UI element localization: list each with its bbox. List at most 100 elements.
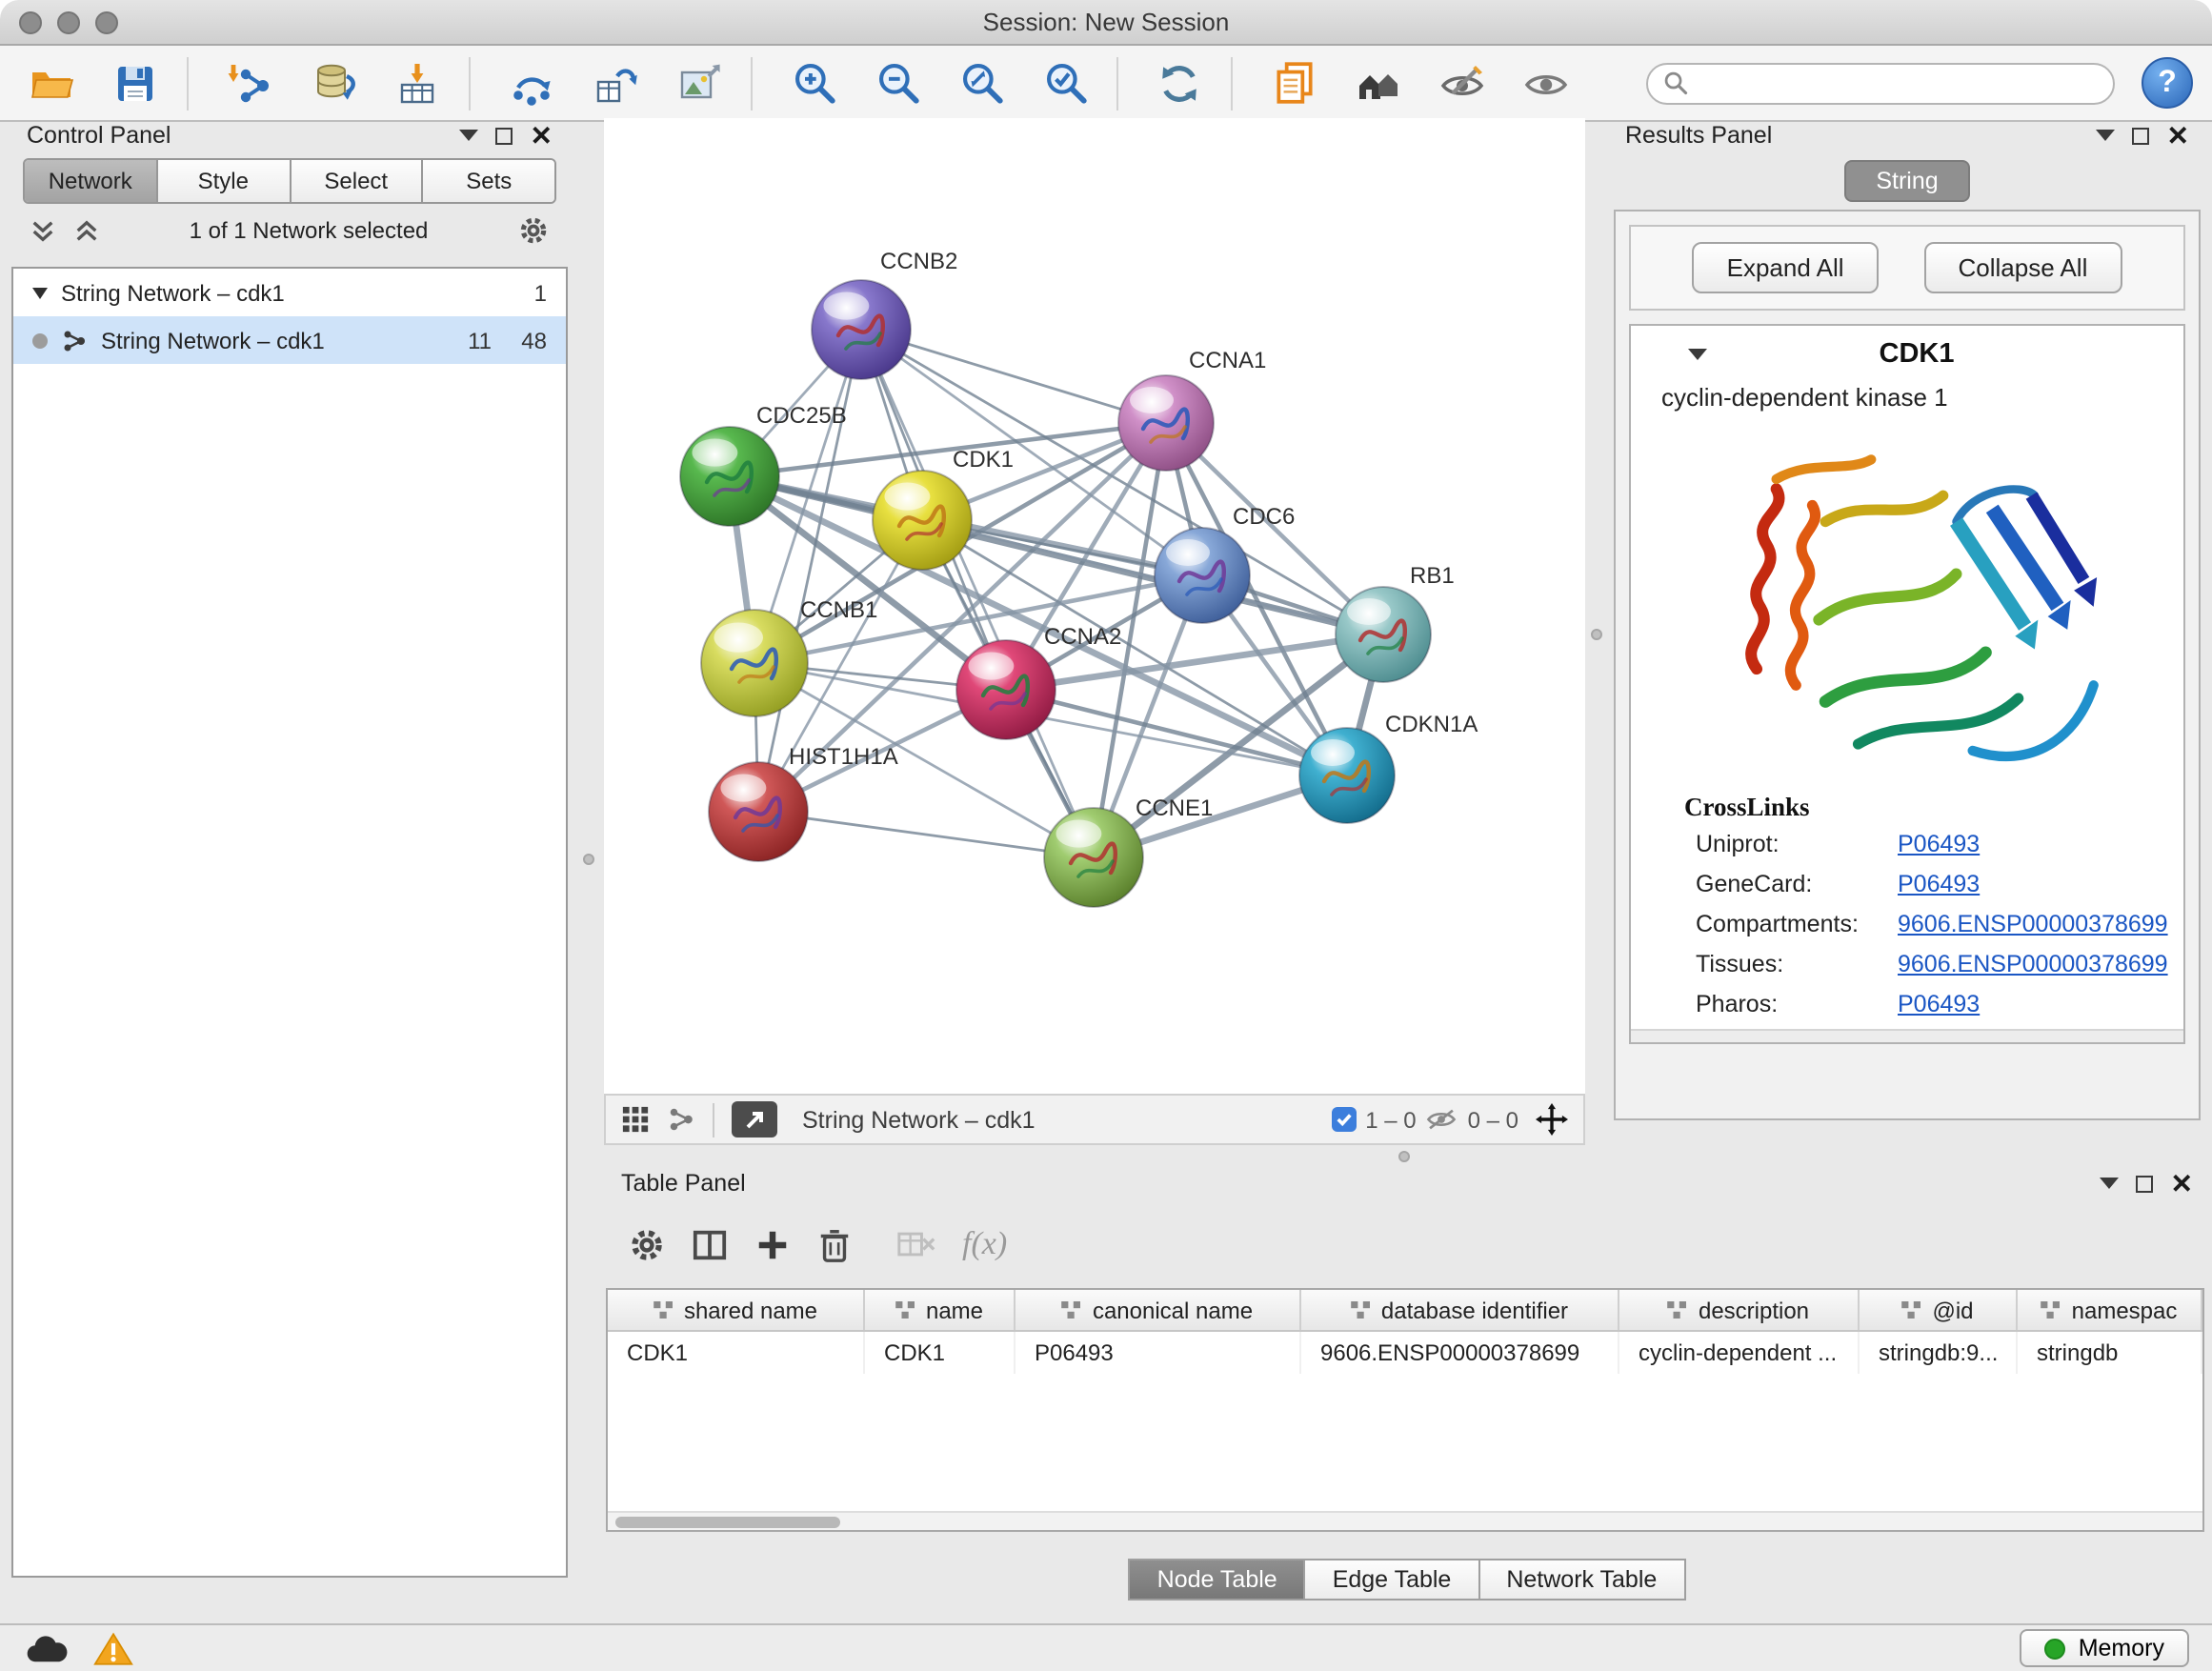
panel-close-icon[interactable]: ✕ xyxy=(531,126,553,145)
import-table-button[interactable] xyxy=(385,52,450,113)
panel-close-icon[interactable]: ✕ xyxy=(2171,1174,2193,1193)
export-image-button[interactable] xyxy=(667,52,732,113)
table-settings-button[interactable] xyxy=(629,1226,665,1262)
crosslink-pharos[interactable]: P06493 xyxy=(1898,991,2183,1017)
results-tab-string[interactable]: String xyxy=(1843,160,1970,202)
tab-sets[interactable]: Sets xyxy=(424,160,555,202)
help-button[interactable]: ? xyxy=(2142,57,2193,109)
clone-network-button[interactable] xyxy=(583,52,648,113)
zoom-in-button[interactable] xyxy=(781,52,846,113)
search-input[interactable] xyxy=(1699,70,2098,96)
function-builder-button[interactable]: f(x) xyxy=(962,1225,1007,1263)
scrollbar-thumb[interactable] xyxy=(615,1517,840,1528)
collapse-all-networks-icon[interactable] xyxy=(74,218,99,243)
home-button[interactable] xyxy=(1345,52,1410,113)
expand-all-networks-icon[interactable] xyxy=(30,218,55,243)
network-node-RB1[interactable] xyxy=(1336,587,1431,682)
splitter-handle[interactable] xyxy=(1591,629,1602,640)
panel-close-icon[interactable]: ✕ xyxy=(2167,126,2189,145)
birdseye-view-button[interactable] xyxy=(732,1101,777,1137)
network-view-icon[interactable] xyxy=(667,1105,695,1134)
show-graphics-details-button[interactable] xyxy=(1513,52,1578,113)
column-header-id[interactable]: @id xyxy=(1860,1290,2018,1330)
network-node-CCNE1[interactable] xyxy=(1044,808,1143,907)
warnings-button[interactable] xyxy=(93,1630,133,1666)
tree-row-network[interactable]: String Network – cdk1 11 48 xyxy=(13,316,566,364)
crosslink-genecard[interactable]: P06493 xyxy=(1898,871,2183,897)
add-column-button[interactable] xyxy=(754,1226,791,1262)
network-edge-CCNB2-HIST1H1A[interactable] xyxy=(758,330,861,812)
panel-float-icon[interactable] xyxy=(2133,127,2150,144)
column-header-database-identifier[interactable]: database identifier xyxy=(1301,1290,1619,1330)
memory-button[interactable]: Memory xyxy=(2020,1629,2189,1667)
cell-id[interactable]: stringdb:9... xyxy=(1860,1332,2018,1374)
zoom-window-button[interactable] xyxy=(95,11,118,34)
network-node-CDK1[interactable] xyxy=(873,471,972,570)
show-columns-button[interactable] xyxy=(692,1226,728,1262)
tab-edge-table[interactable]: Edge Table xyxy=(1306,1559,1480,1601)
import-network-database-button[interactable] xyxy=(301,52,366,113)
network-edge-HIST1H1A-CCNE1[interactable] xyxy=(758,812,1094,857)
gear-icon[interactable] xyxy=(518,215,549,246)
network-node-CDC6[interactable] xyxy=(1155,528,1250,623)
column-header-canonical-name[interactable]: canonical name xyxy=(1016,1290,1301,1330)
zoom-out-button[interactable] xyxy=(865,52,930,113)
column-header-shared-name[interactable]: shared name xyxy=(608,1290,865,1330)
panel-collapse-icon[interactable] xyxy=(460,130,479,141)
network-node-CCNA1[interactable] xyxy=(1118,375,1214,471)
zoom-fit-button[interactable] xyxy=(949,52,1014,113)
cell-name[interactable]: CDK1 xyxy=(865,1332,1016,1374)
cell-database-identifier[interactable]: 9606.ENSP00000378699 xyxy=(1301,1332,1619,1374)
network-node-CDKN1A[interactable] xyxy=(1299,728,1395,823)
crosslink-compartments[interactable]: 9606.ENSP00000378699 xyxy=(1898,911,2183,937)
network-node-CCNB2[interactable] xyxy=(812,280,911,379)
column-header-name[interactable]: name xyxy=(865,1290,1016,1330)
selected-nodes-checkbox-icon[interactable] xyxy=(1331,1107,1356,1132)
save-session-button[interactable] xyxy=(103,52,168,113)
collapse-all-button[interactable]: Collapse All xyxy=(1924,242,2122,293)
network-node-CCNA2[interactable] xyxy=(956,640,1056,739)
close-window-button[interactable] xyxy=(19,11,42,34)
crosslink-uniprot[interactable]: P06493 xyxy=(1898,831,2183,857)
tree-row-collection[interactable]: String Network – cdk1 1 xyxy=(13,269,566,316)
section-disclosure-icon[interactable] xyxy=(1688,349,1707,360)
panel-collapse-icon[interactable] xyxy=(2101,1178,2120,1189)
tab-network[interactable]: Network xyxy=(25,160,158,202)
hidden-eye-icon[interactable] xyxy=(1426,1107,1458,1132)
clear-table-button[interactable] xyxy=(897,1229,935,1259)
tab-node-table[interactable]: Node Table xyxy=(1129,1559,1306,1601)
crosslink-tissues[interactable]: 9606.ENSP00000378699 xyxy=(1898,951,2183,977)
panel-float-icon[interactable] xyxy=(496,127,513,144)
cell-canonical-name[interactable]: P06493 xyxy=(1016,1332,1301,1374)
column-header-description[interactable]: description xyxy=(1619,1290,1860,1330)
network-node-CCNB1[interactable] xyxy=(701,610,808,716)
minimize-window-button[interactable] xyxy=(57,11,80,34)
table-row[interactable]: CDK1 CDK1 P06493 9606.ENSP00000378699 cy… xyxy=(608,1332,2202,1374)
grid-view-icon[interactable] xyxy=(621,1105,650,1134)
panel-float-icon[interactable] xyxy=(2137,1175,2154,1192)
fit-move-icon[interactable] xyxy=(1536,1103,1568,1136)
import-network-file-button[interactable] xyxy=(217,52,282,113)
document-copy-button[interactable] xyxy=(1261,52,1326,113)
column-header-namespace[interactable]: namespac xyxy=(2018,1290,2202,1330)
cell-shared-name[interactable]: CDK1 xyxy=(608,1332,865,1374)
tab-network-table[interactable]: Network Table xyxy=(1479,1559,1685,1601)
tab-style[interactable]: Style xyxy=(158,160,292,202)
delete-column-button[interactable] xyxy=(817,1226,852,1262)
results-scrollbar[interactable] xyxy=(1631,1029,2183,1042)
zoom-selected-button[interactable] xyxy=(1033,52,1097,113)
network-from-selection-button[interactable] xyxy=(499,52,564,113)
cloud-button[interactable] xyxy=(23,1632,70,1664)
table-horizontal-scrollbar[interactable] xyxy=(608,1511,2202,1530)
network-canvas[interactable]: CCNB2CCNA1CDC25BCDK1CDC6RB1CCNB1CCNA2CDK… xyxy=(604,118,1585,1094)
cell-description[interactable]: cyclin-dependent ... xyxy=(1619,1332,1860,1374)
network-node-CDC25B[interactable] xyxy=(680,427,779,526)
splitter-handle[interactable] xyxy=(583,854,594,865)
refresh-layout-button[interactable] xyxy=(1147,52,1212,113)
tab-select[interactable]: Select xyxy=(291,160,424,202)
cell-namespace[interactable]: stringdb xyxy=(2018,1332,2202,1374)
annotation-mode-button[interactable] xyxy=(1429,52,1494,113)
splitter-handle[interactable] xyxy=(1398,1151,1410,1162)
panel-collapse-icon[interactable] xyxy=(2097,130,2116,141)
network-node-HIST1H1A[interactable] xyxy=(709,762,808,861)
